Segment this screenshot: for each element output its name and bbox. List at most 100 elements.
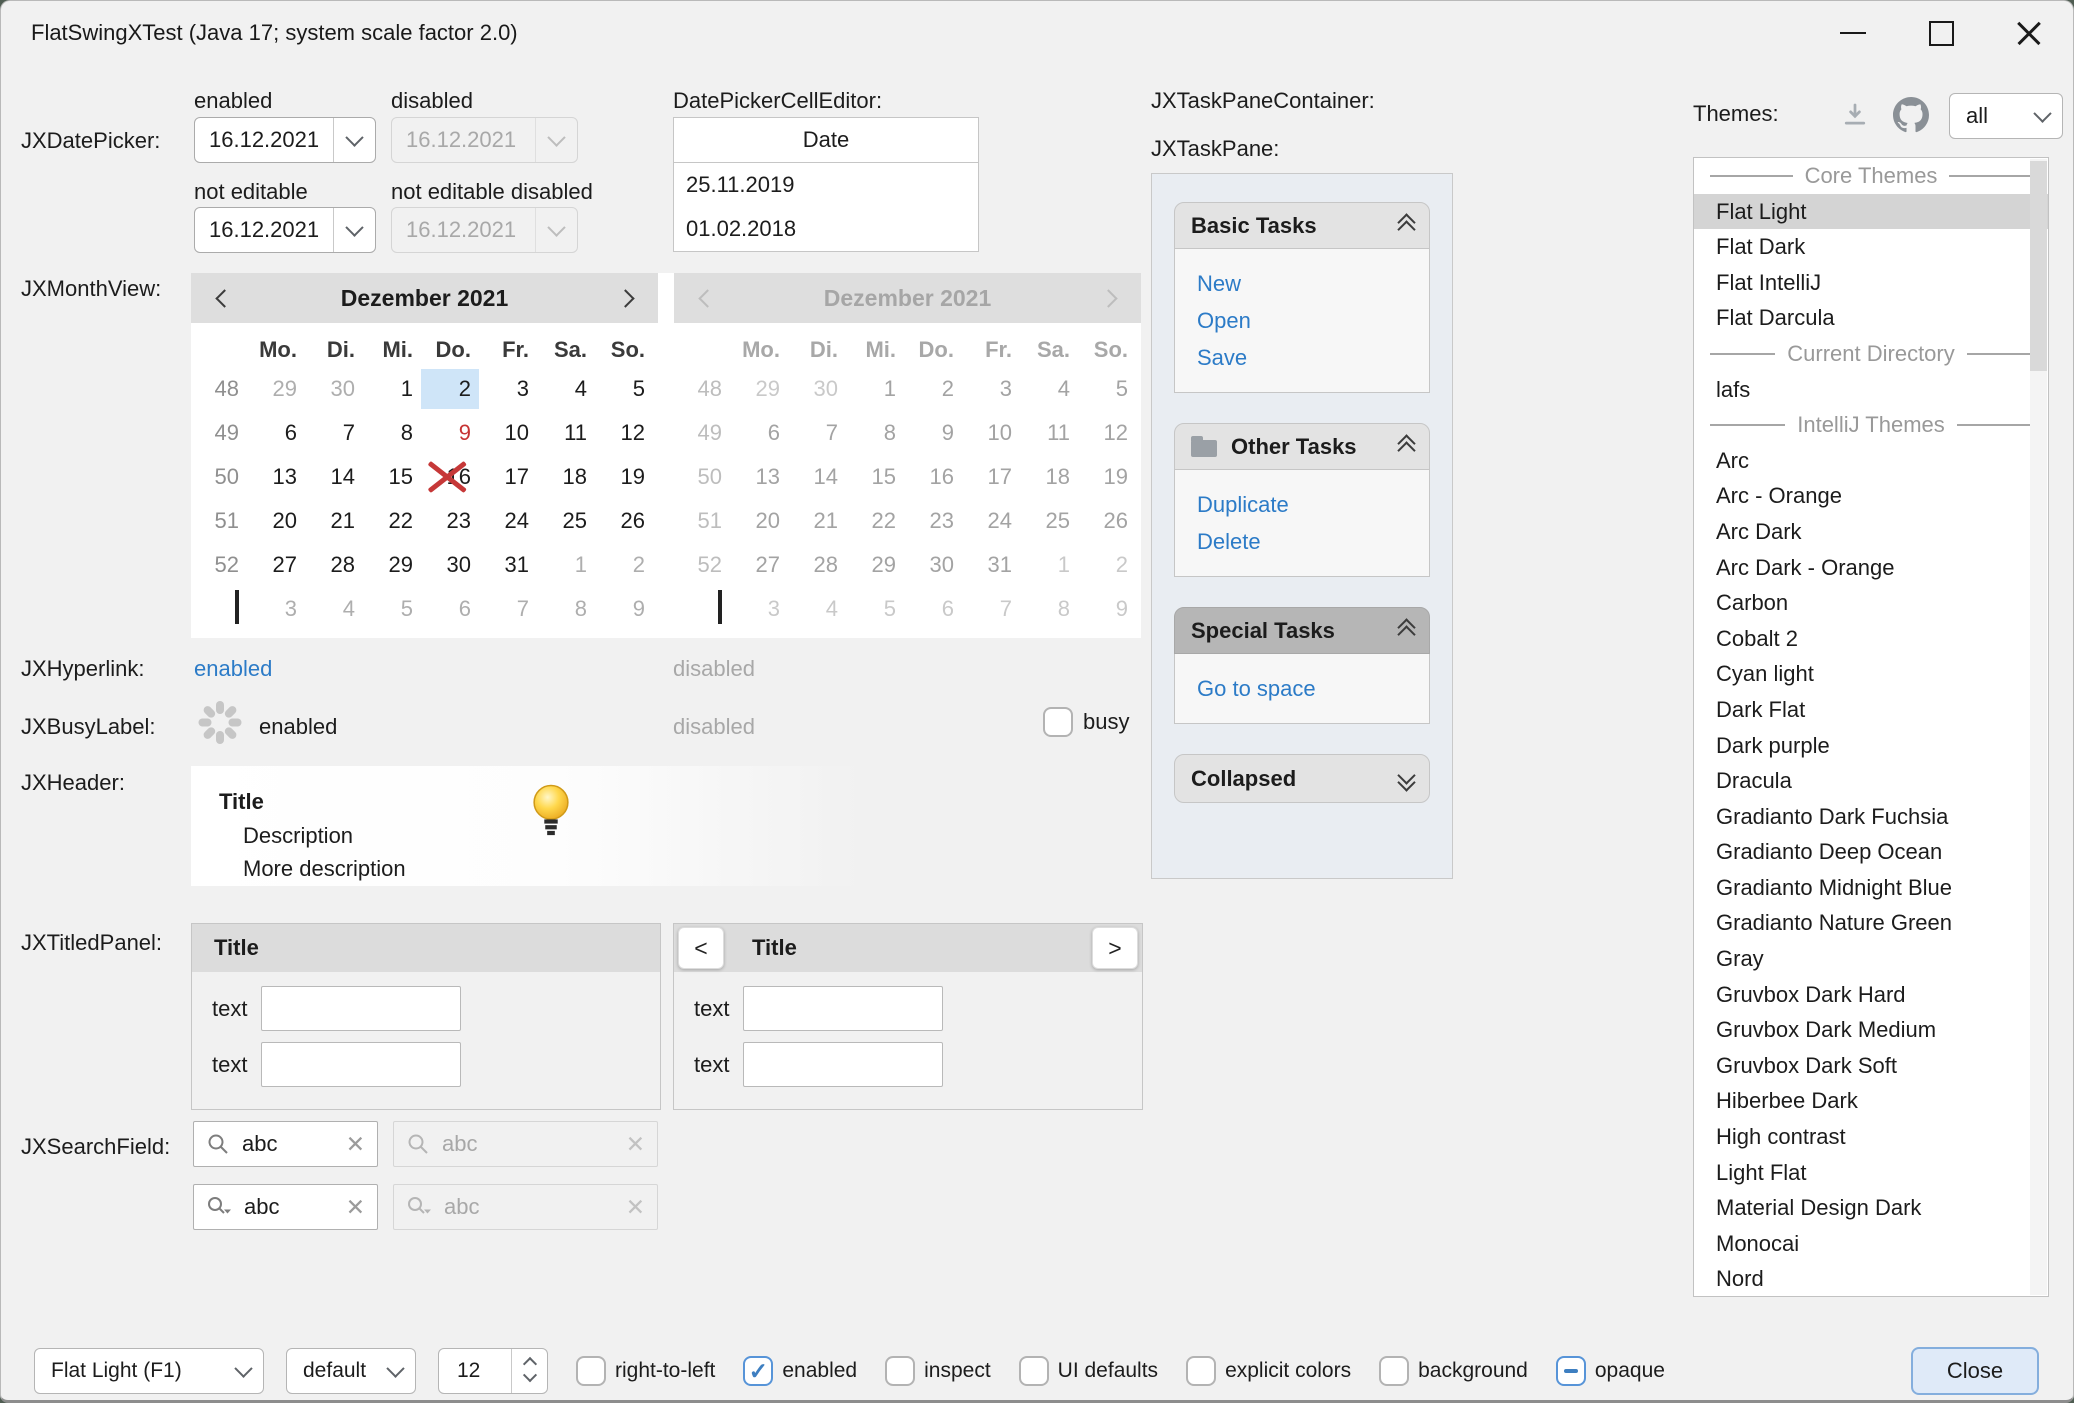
checkbox-opaque[interactable]: opaque	[1556, 1356, 1665, 1386]
checkbox-box[interactable]	[1186, 1356, 1216, 1386]
calendar-day[interactable]: 30	[421, 543, 479, 587]
checkbox-box[interactable]	[1043, 707, 1073, 737]
task-link[interactable]: Delete	[1175, 523, 1429, 560]
calendar-day[interactable]: 8	[537, 587, 595, 631]
font-size-spinner[interactable]: 12	[438, 1348, 548, 1394]
prev-month-button[interactable]	[211, 285, 237, 311]
monthview-enabled[interactable]: Dezember 2021 Mo.Di.Mi.Do.Fr.Sa.So.48293…	[191, 273, 658, 638]
theme-list-item[interactable]: Nord	[1694, 1261, 2048, 1297]
theme-list-item[interactable]: Gray	[1694, 941, 2048, 977]
calendar-day[interactable]: 24	[479, 499, 537, 543]
calendar-day[interactable]: 19	[595, 455, 653, 499]
calendar-day[interactable]: 2	[595, 543, 653, 587]
calendar-day[interactable]: 3	[479, 367, 537, 411]
theme-list-item[interactable]: Flat Light	[1694, 194, 2048, 230]
calendar-day[interactable]: 23	[421, 499, 479, 543]
hyperlink-enabled[interactable]: enabled	[194, 655, 272, 683]
datepicker-cell-editor-table[interactable]: Date 25.11.2019 01.02.2018	[673, 117, 979, 252]
calendar-day[interactable]: 2	[421, 367, 479, 411]
table-row-date[interactable]: 25.11.2019	[674, 163, 978, 207]
theme-list-item[interactable]: Gruvbox Dark Medium	[1694, 1012, 2048, 1048]
theme-list-item[interactable]: Flat Dark	[1694, 229, 2048, 265]
github-button[interactable]	[1891, 95, 1931, 135]
calendar-day[interactable]: 29	[363, 543, 421, 587]
minimize-button[interactable]	[1809, 1, 1897, 65]
calendar-day[interactable]: 11	[537, 411, 595, 455]
theme-list-item[interactable]: Gruvbox Dark Soft	[1694, 1048, 2048, 1084]
theme-list-item[interactable]: Cyan light	[1694, 656, 2048, 692]
theme-list-item[interactable]: Gradianto Dark Fuchsia	[1694, 799, 2048, 835]
calendar-day[interactable]: 12	[595, 411, 653, 455]
checkbox-box[interactable]	[576, 1356, 606, 1386]
text-input[interactable]	[743, 986, 943, 1031]
theme-list-item[interactable]: Light Flat	[1694, 1155, 2048, 1191]
calendar-day[interactable]: 20	[247, 499, 305, 543]
theme-list-item[interactable]: Dracula	[1694, 763, 2048, 799]
calendar-day[interactable]: 9	[421, 411, 479, 455]
search-field-with-menu-enabled[interactable]: ✕	[193, 1184, 378, 1230]
combobox-arrow-button[interactable]	[375, 1365, 415, 1378]
download-themes-button[interactable]	[1837, 97, 1873, 133]
calendar-day[interactable]: 25	[537, 499, 595, 543]
theme-list-item[interactable]: Gradianto Nature Green	[1694, 905, 2048, 941]
task-link[interactable]: Open	[1175, 302, 1429, 339]
calendar-day[interactable]: 31	[479, 543, 537, 587]
theme-list-item[interactable]: Gradianto Midnight Blue	[1694, 870, 2048, 906]
combobox-arrow-button[interactable]	[223, 1365, 263, 1378]
theme-list-item[interactable]: Hiberbee Dark	[1694, 1083, 2048, 1119]
task-link[interactable]: Go to space	[1175, 670, 1429, 707]
datepicker-dropdown-button[interactable]	[333, 208, 375, 252]
calendar-day[interactable]: 1	[537, 543, 595, 587]
combobox-arrow-button[interactable]	[2022, 110, 2062, 123]
text-input[interactable]	[743, 1042, 943, 1087]
theme-list-item[interactable]: Arc Dark	[1694, 514, 2048, 550]
checkbox-box[interactable]	[1556, 1356, 1586, 1386]
checkbox-box[interactable]	[1019, 1356, 1049, 1386]
theme-combobox[interactable]: Flat Light (F1)	[34, 1348, 264, 1394]
spinner-buttons[interactable]	[511, 1349, 547, 1393]
theme-list-item[interactable]: Material Design Dark	[1694, 1190, 2048, 1226]
search-field-enabled[interactable]: ✕	[193, 1121, 378, 1167]
calendar-day[interactable]: 13	[247, 455, 305, 499]
taskpane-header[interactable]: Special Tasks	[1174, 607, 1430, 654]
clear-icon[interactable]: ✕	[346, 1196, 365, 1219]
theme-list-item[interactable]: Cobalt 2	[1694, 621, 2048, 657]
checkbox-inspect[interactable]: inspect	[885, 1356, 991, 1386]
theme-list-item[interactable]: Gruvbox Dark Hard	[1694, 977, 2048, 1013]
calendar-day[interactable]: 5	[595, 367, 653, 411]
calendar-day[interactable]: 26	[595, 499, 653, 543]
themes-list[interactable]: Core ThemesFlat LightFlat DarkFlat Intel…	[1693, 157, 2049, 1297]
calendar-day[interactable]: 5	[363, 587, 421, 631]
checkbox-background[interactable]: background	[1379, 1356, 1528, 1386]
taskpane-header[interactable]: Basic Tasks	[1174, 202, 1430, 249]
busy-checkbox[interactable]: busy	[1043, 707, 1129, 737]
task-link[interactable]: Duplicate	[1175, 486, 1429, 523]
datepicker-value[interactable]: 16.12.2021	[195, 118, 333, 162]
calendar-day[interactable]: 17	[479, 455, 537, 499]
calendar-day[interactable]: 27	[247, 543, 305, 587]
scrollbar[interactable]	[2030, 159, 2047, 1295]
taskpane-header[interactable]: Collapsed	[1174, 754, 1430, 803]
datepicker-not-editable[interactable]: 16.12.2021	[194, 207, 376, 253]
close-button[interactable]: Close	[1911, 1347, 2039, 1395]
theme-list-item[interactable]: Flat IntelliJ	[1694, 265, 2048, 301]
themes-filter-combobox[interactable]: all	[1949, 93, 2063, 139]
search-input[interactable]	[240, 1130, 336, 1158]
calendar-day[interactable]: 18	[537, 455, 595, 499]
calendar-day[interactable]: 4	[537, 367, 595, 411]
calendar-day[interactable]: 30	[305, 367, 363, 411]
datepicker-dropdown-button[interactable]	[333, 118, 375, 162]
calendar-day[interactable]: 7	[479, 587, 537, 631]
calendar-day[interactable]: 28	[305, 543, 363, 587]
theme-list-item[interactable]: Carbon	[1694, 585, 2048, 621]
scrollbar-thumb[interactable]	[2030, 161, 2047, 371]
calendar-day[interactable]: 29	[247, 367, 305, 411]
datepicker-enabled[interactable]: 16.12.2021	[194, 117, 376, 163]
theme-list-item[interactable]: Flat Darcula	[1694, 300, 2048, 336]
theme-list-item[interactable]: Dark purple	[1694, 728, 2048, 764]
task-link[interactable]: New	[1175, 265, 1429, 302]
titlebar[interactable]: FlatSwingXTest (Java 17; system scale fa…	[1, 1, 2073, 65]
calendar-day[interactable]: 21	[305, 499, 363, 543]
checkbox-UI-defaults[interactable]: UI defaults	[1019, 1356, 1158, 1386]
checkbox-box[interactable]	[885, 1356, 915, 1386]
